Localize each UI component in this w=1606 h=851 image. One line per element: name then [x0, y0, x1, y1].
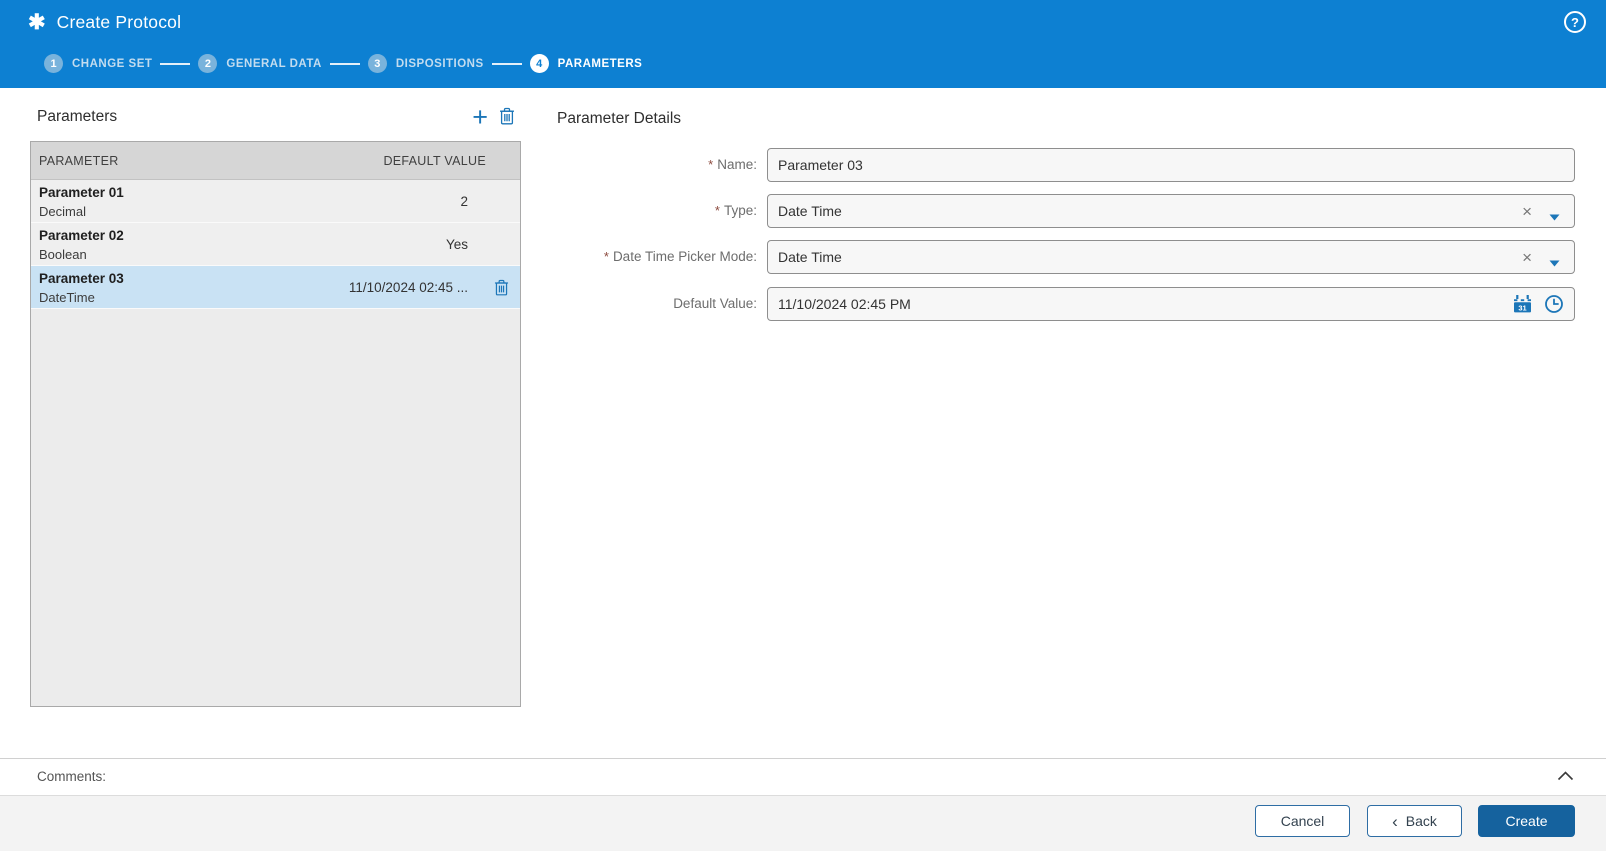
parameters-panel-header: Parameters +: [30, 102, 521, 135]
help-button[interactable]: ?: [1564, 11, 1586, 33]
column-header-default-value: DEFAULT VALUE: [383, 154, 486, 168]
label-text: Date Time Picker Mode:: [612, 249, 757, 264]
step-parameters[interactable]: 4 PARAMETERS: [529, 54, 643, 73]
name-input-box: [767, 148, 1575, 182]
clear-icon[interactable]: ×: [1518, 195, 1536, 227]
delete-row-button[interactable]: [494, 279, 509, 299]
label-text: Default Value:: [673, 296, 757, 311]
page-title: Create Protocol: [56, 11, 182, 32]
create-protocol-window: ✱ Create Protocol ? 1 CHANGE SET 2 GENER…: [0, 0, 1606, 851]
name-input[interactable]: [768, 149, 1574, 181]
parameter-default-value: 2: [460, 194, 468, 209]
parameter-details-title: Parameter Details: [557, 110, 682, 127]
step-number: 2: [198, 54, 218, 73]
required-marker: *: [603, 249, 609, 264]
picker-mode-field-label: * Date Time Picker Mode:: [557, 240, 757, 274]
step-label: PARAMETERS: [557, 57, 643, 70]
wizard-steps: 1 CHANGE SET 2 GENERAL DATA 3 DISPOSITIO…: [44, 54, 642, 73]
parameter-name: Parameter 03: [39, 271, 124, 286]
step-number: 1: [44, 54, 63, 73]
clock-icon[interactable]: [1544, 294, 1564, 317]
step-change-set[interactable]: 1 CHANGE SET: [44, 54, 152, 73]
name-field-label: * Name:: [557, 148, 757, 182]
parameter-type: DateTime: [39, 290, 95, 305]
chevron-up-icon: [1557, 771, 1574, 781]
create-button[interactable]: Create: [1478, 805, 1575, 837]
parameter-name: Parameter 02: [39, 228, 124, 243]
step-general-data[interactable]: 2 GENERAL DATA: [198, 54, 321, 73]
type-select[interactable]: Date Time ×: [767, 194, 1575, 228]
name-field-row: * Name:: [557, 148, 1575, 182]
step-connector: [329, 62, 360, 65]
step-number: 4: [529, 54, 549, 73]
chevron-left-icon: ‹: [1392, 811, 1398, 831]
parameters-panel-title: Parameters: [37, 108, 118, 125]
calendar-icon[interactable]: 31: [1513, 295, 1532, 316]
question-mark-icon: ?: [1571, 14, 1579, 30]
parameter-type: Boolean: [39, 247, 87, 262]
label-text: Name:: [717, 157, 757, 172]
picker-mode-select[interactable]: Date Time ×: [767, 240, 1575, 274]
add-parameter-button[interactable]: +: [472, 102, 488, 132]
default-value-input[interactable]: [768, 288, 1574, 320]
step-connector: [160, 62, 191, 65]
collapse-comments-button[interactable]: [1557, 769, 1574, 784]
back-button-label: Back: [1405, 813, 1437, 829]
chevron-down-icon[interactable]: [1549, 208, 1560, 226]
trash-icon: [500, 107, 514, 125]
picker-mode-select-value: Date Time: [778, 249, 842, 265]
parameter-name: Parameter 01: [39, 185, 124, 200]
table-row-parameter-03[interactable]: Parameter 03 DateTime 11/10/2024 02:45 .…: [31, 266, 520, 309]
header-bar: ✱ Create Protocol ? 1 CHANGE SET 2 GENER…: [0, 0, 1606, 88]
column-header-parameter: PARAMETER: [39, 154, 119, 168]
parameters-table-header: PARAMETER DEFAULT VALUE: [31, 142, 520, 180]
table-row-parameter-01[interactable]: Parameter 01 Decimal 2: [31, 180, 520, 223]
picker-mode-field-row: * Date Time Picker Mode: Date Time ×: [557, 240, 1575, 274]
clear-icon[interactable]: ×: [1518, 241, 1536, 273]
default-value-input-box: 31: [767, 287, 1575, 321]
type-select-value: Date Time: [778, 203, 842, 219]
parameters-table: PARAMETER DEFAULT VALUE Parameter 01 Dec…: [30, 141, 521, 707]
svg-text:31: 31: [1518, 303, 1526, 312]
table-row-parameter-02[interactable]: Parameter 02 Boolean Yes: [31, 223, 520, 266]
back-button[interactable]: ‹ Back: [1367, 805, 1462, 837]
comments-label: Comments:: [37, 769, 107, 784]
type-field-label: * Type:: [557, 194, 757, 228]
header-title-row: ✱ Create Protocol: [28, 9, 181, 35]
chevron-down-icon[interactable]: [1549, 254, 1560, 272]
cancel-button[interactable]: Cancel: [1255, 805, 1350, 837]
parameter-default-value: 11/10/2024 02:45 ...: [348, 280, 468, 295]
parameter-default-value: Yes: [445, 237, 468, 252]
asterisk-app-icon: ✱: [28, 10, 46, 34]
default-value-field-label: Default Value:: [557, 287, 757, 321]
comments-bar: Comments:: [0, 758, 1606, 795]
required-marker: *: [714, 203, 720, 218]
step-label: GENERAL DATA: [226, 57, 322, 70]
delete-parameter-button[interactable]: [499, 107, 515, 128]
step-label: CHANGE SET: [72, 57, 153, 70]
step-label: DISPOSITIONS: [395, 57, 484, 70]
step-dispositions[interactable]: 3 DISPOSITIONS: [367, 54, 484, 73]
default-value-field-row: Default Value: 31: [557, 287, 1575, 321]
label-text: Type:: [723, 203, 757, 218]
trash-icon: [494, 279, 509, 296]
required-marker: *: [708, 157, 714, 172]
parameter-type: Decimal: [39, 204, 86, 219]
footer-bar: Cancel ‹ Back Create: [0, 795, 1606, 851]
step-number: 3: [367, 54, 387, 73]
step-connector: [491, 62, 522, 65]
type-field-row: * Type: Date Time ×: [557, 194, 1575, 228]
